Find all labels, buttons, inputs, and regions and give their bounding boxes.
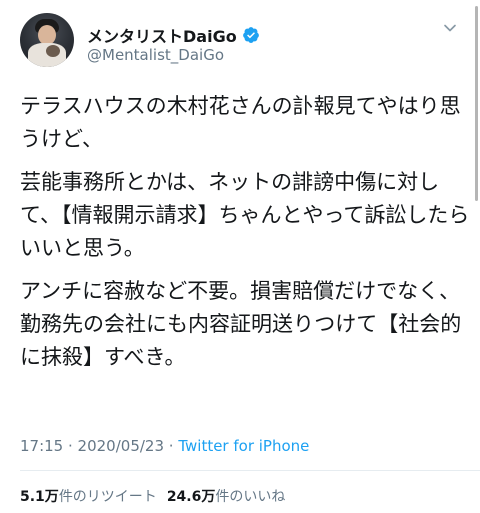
tweet-meta: 17:15 · 2020/05/23 · Twitter for iPhone — [20, 437, 309, 455]
tweet-text: テラスハウスの木村花さんの訃報見てやはり思うけど、 芸能事務所とかは、ネットの誹… — [20, 90, 470, 384]
scrollbar[interactable] — [475, 6, 478, 201]
tweet-date[interactable]: 2020/05/23 — [78, 437, 164, 455]
verified-badge-icon — [242, 27, 259, 43]
avatar-cat-patch — [46, 45, 60, 57]
tweet-stats: 5.1万件のリツイート 24.6万件のいいね — [20, 486, 285, 506]
avatar-face — [38, 25, 56, 45]
avatar[interactable] — [20, 13, 74, 67]
user-handle[interactable]: @Mentalist_DaiGo — [87, 46, 224, 64]
divider — [20, 470, 480, 471]
retweets-count: 5.1万 — [20, 489, 59, 505]
tweet-card: メンタリストDaiGo @Mentalist_DaiGo テラスハウスの木村花さ… — [0, 0, 480, 513]
display-name-row[interactable]: メンタリストDaiGo — [87, 23, 260, 47]
chevron-down-icon[interactable] — [440, 18, 460, 38]
meta-separator-1: · — [63, 437, 78, 455]
tweet-paragraph-3: アンチに容赦など不要。損害賠償だけでなく、勤務先の会社にも内容証明送りつけて【社… — [20, 279, 462, 369]
likes-count: 24.6万 — [166, 489, 216, 505]
display-name[interactable]: メンタリストDaiGo — [87, 23, 237, 47]
meta-separator-2: · — [164, 437, 179, 455]
tweet-paragraph-1: テラスハウスの木村花さんの訃報見てやはり思うけど、 — [20, 94, 461, 151]
tweet-time[interactable]: 17:15 — [20, 437, 63, 455]
tweet-header: メンタリストDaiGo @Mentalist_DaiGo — [20, 12, 460, 72]
retweets-stat[interactable]: 5.1万件のリツイート — [20, 489, 157, 505]
likes-label: 件のいいね — [215, 489, 286, 505]
tweet-source[interactable]: Twitter for iPhone — [178, 437, 309, 455]
likes-stat[interactable]: 24.6万件のいいね — [167, 489, 286, 505]
tweet-paragraph-2: 芸能事務所とかは、ネットの誹謗中傷に対して、【情報開示請求】ちゃんとやって訴訟し… — [20, 170, 470, 260]
retweets-label: 件のリツイート — [58, 489, 157, 505]
